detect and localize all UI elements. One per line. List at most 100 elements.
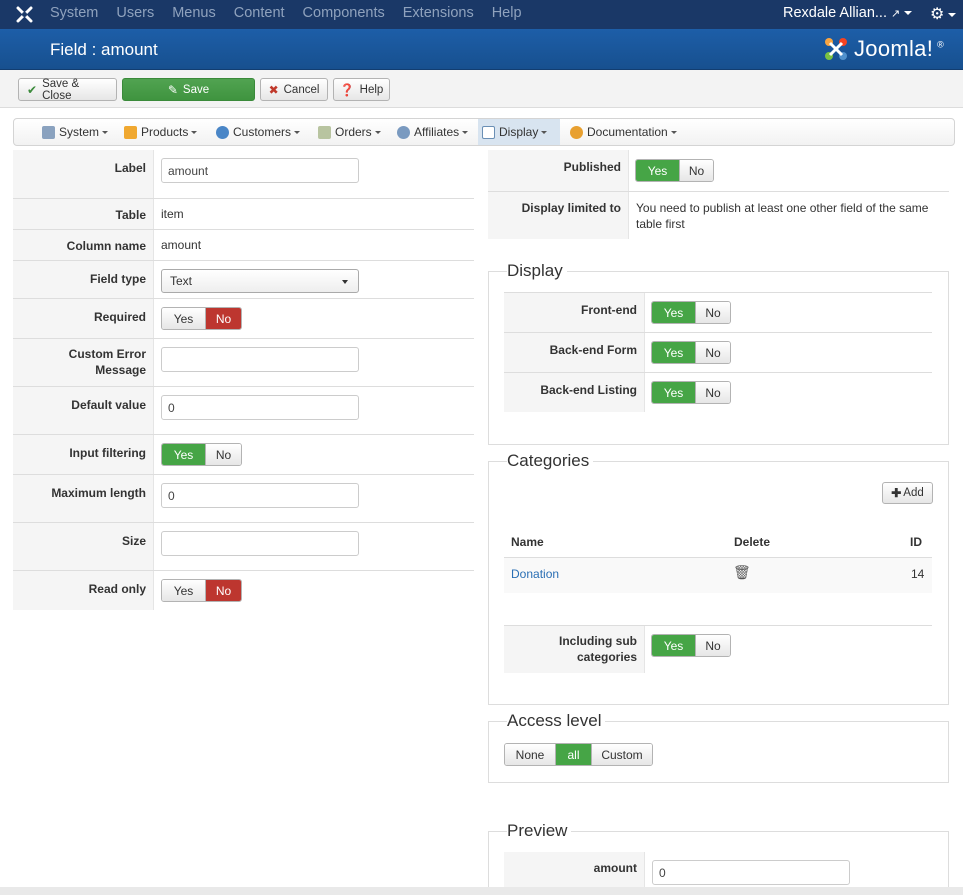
input-filtering-no[interactable]: No [205,444,241,465]
component-menu: System Products Customers Orders Affilia… [13,118,955,146]
page-title: Field : amount [50,40,158,59]
menu-help[interactable]: Help [492,5,522,21]
cmenu-affiliates[interactable]: Affiliates [393,119,472,145]
row-required: Required Yes No [13,298,474,338]
cancel-icon: ✖ [268,82,279,97]
cmenu-display[interactable]: Display [478,119,560,145]
row-read-only: Read only Yes No [13,570,474,610]
column-name-value: amount [161,238,202,252]
gear-icon[interactable]: ⚙ [930,4,957,24]
field-type-select[interactable]: Text [161,269,359,293]
row-including-sub: Including sub categories Yes No [504,625,932,673]
category-name-link[interactable]: Donation [511,567,559,581]
categories-legend: Categories [507,451,594,471]
read-only-label: Read only [13,571,154,610]
read-only-toggle: Yes No [161,579,242,602]
including-sub-yes[interactable]: Yes [652,635,695,656]
cmenu-customers[interactable]: Customers [212,119,304,145]
input-filtering-toggle: Yes No [161,443,242,466]
row-default-value: Default value [13,386,474,434]
site-user-menu[interactable]: Rexdale Allian... ↗ [783,5,913,21]
label-input[interactable] [161,158,359,183]
row-preview: amount [504,852,932,890]
help-button[interactable]: ❓ Help [333,78,390,101]
save-close-button[interactable]: ✔ Save & Close [18,78,117,102]
required-label: Required [13,299,154,338]
row-custom-error: Custom Error Message [13,338,474,386]
horizontal-scrollbar[interactable] [0,887,963,895]
top-navbar: System Users Menus Content Components Ex… [0,0,963,29]
default-value-label: Default value [13,387,154,434]
caret-down-icon [191,130,198,134]
back-end-form-no[interactable]: No [695,342,730,363]
access-all[interactable]: all [555,744,591,765]
read-only-no[interactable]: No [205,580,241,601]
menu-users[interactable]: Users [116,5,154,21]
back-end-form-yes[interactable]: Yes [652,342,695,363]
including-sub-no[interactable]: No [695,635,730,656]
row-display-limited: Display limited to You need to publish a… [488,191,949,239]
front-end-yes[interactable]: Yes [652,302,695,323]
front-end-no[interactable]: No [695,302,730,323]
back-end-listing-no[interactable]: No [695,382,730,403]
menu-extensions[interactable]: Extensions [403,5,474,21]
input-filtering-yes[interactable]: Yes [162,444,205,465]
preview-input[interactable] [652,860,850,885]
table-value: item [161,207,184,221]
caret-down-icon [102,130,109,134]
preview-legend: Preview [507,821,572,841]
back-end-listing-toggle: Yes No [651,381,731,404]
check-icon: ✔ [27,82,38,97]
read-only-yes[interactable]: Yes [162,580,205,601]
required-no[interactable]: No [205,308,241,329]
site-name: Rexdale Allian... [783,5,887,21]
field-type-label: Field type [13,261,154,298]
orders-icon [318,125,331,139]
menu-content[interactable]: Content [234,5,285,21]
menu-menus[interactable]: Menus [172,5,216,21]
save-button[interactable]: ✎ Save [122,78,255,101]
published-toggle: Yes No [635,159,714,182]
plus-icon: ✚ [891,486,902,500]
joomla-icon[interactable] [16,6,33,23]
caret-down-icon [541,130,548,134]
caret-down-icon [948,12,957,17]
access-level-toggle: None all Custom [504,743,653,766]
maximum-length-label: Maximum length [13,475,154,522]
help-icon: ❓ [339,82,355,97]
preview-label: amount [504,852,645,890]
access-level-legend: Access level [507,711,606,731]
label-label: Label [13,150,154,198]
col-delete-header: Delete [734,535,771,549]
add-category-button[interactable]: ✚ Add [882,482,933,504]
custom-error-input[interactable] [161,347,359,372]
cancel-button[interactable]: ✖ Cancel [260,78,328,101]
back-end-listing-yes[interactable]: Yes [652,382,695,403]
external-link-icon: ↗ [890,8,901,20]
cmenu-orders[interactable]: Orders [314,119,385,145]
back-end-form-toggle: Yes No [651,341,731,364]
published-no[interactable]: No [679,160,713,181]
published-yes[interactable]: Yes [636,160,679,181]
display-icon [482,125,495,139]
cmenu-products[interactable]: Products [120,119,201,145]
brand-text: Joomla! [854,36,934,61]
customers-icon [216,125,229,139]
cmenu-system[interactable]: System [38,119,112,145]
default-value-input[interactable] [161,395,359,420]
menu-system[interactable]: System [50,5,98,21]
maximum-length-input[interactable] [161,483,359,508]
trash-icon[interactable]: 🗑 [733,564,751,581]
access-custom[interactable]: Custom [591,744,652,765]
required-yes[interactable]: Yes [162,308,205,329]
back-end-listing-label: Back-end Listing [504,373,645,412]
size-input[interactable] [161,531,359,556]
back-end-form-label: Back-end Form [504,333,645,372]
custom-error-label: Custom Error Message [13,339,154,386]
published-label: Published [488,150,629,191]
cmenu-documentation[interactable]: Documentation [566,119,681,145]
menu-components[interactable]: Components [303,5,385,21]
including-sub-label: Including sub categories [504,626,645,673]
access-none[interactable]: None [505,744,555,765]
row-table: Table item [13,198,474,229]
